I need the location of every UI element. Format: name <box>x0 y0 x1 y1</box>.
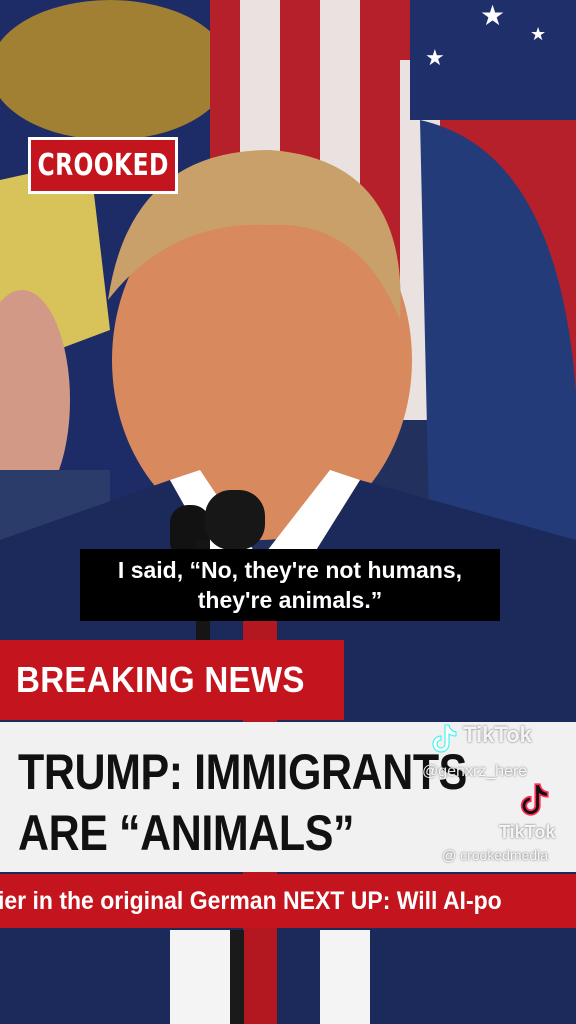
svg-text:★: ★ <box>425 45 445 70</box>
tiktok-watermark-handle: @genxrz_here <box>422 763 528 780</box>
tiktok-watermark-label-secondary: TikTok <box>499 822 556 842</box>
headline-line-1: TRUMP: IMMIGRANTS <box>18 744 467 800</box>
subtitle-caption: I said, “No, they're not humans, they're… <box>80 549 500 621</box>
news-ticker: ier in the original German NEXT UP: Will… <box>0 874 576 928</box>
tiktok-note-icon-secondary <box>520 783 549 816</box>
breaking-news-banner: BREAKING NEWS <box>0 640 344 720</box>
tiktok-note-icon <box>432 724 457 753</box>
breaking-news-label: BREAKING NEWS <box>16 659 305 700</box>
headline-line-2: ARE “ANIMALS” <box>18 805 355 861</box>
crooked-logo: CROOKED <box>28 137 178 194</box>
logo-text: CROOKED <box>37 148 169 183</box>
tiktok-watermark-handle-secondary: @ crookedmedia <box>442 847 549 863</box>
caption-line-2: they're animals.” <box>197 587 383 613</box>
svg-text:★: ★ <box>480 0 505 31</box>
svg-text:★: ★ <box>530 24 546 44</box>
tiktok-watermark-label: TikTok <box>463 722 532 747</box>
ticker-text: ier in the original German NEXT UP: Will… <box>0 886 502 915</box>
caption-line-1: I said, “No, they're not humans, <box>117 557 463 583</box>
